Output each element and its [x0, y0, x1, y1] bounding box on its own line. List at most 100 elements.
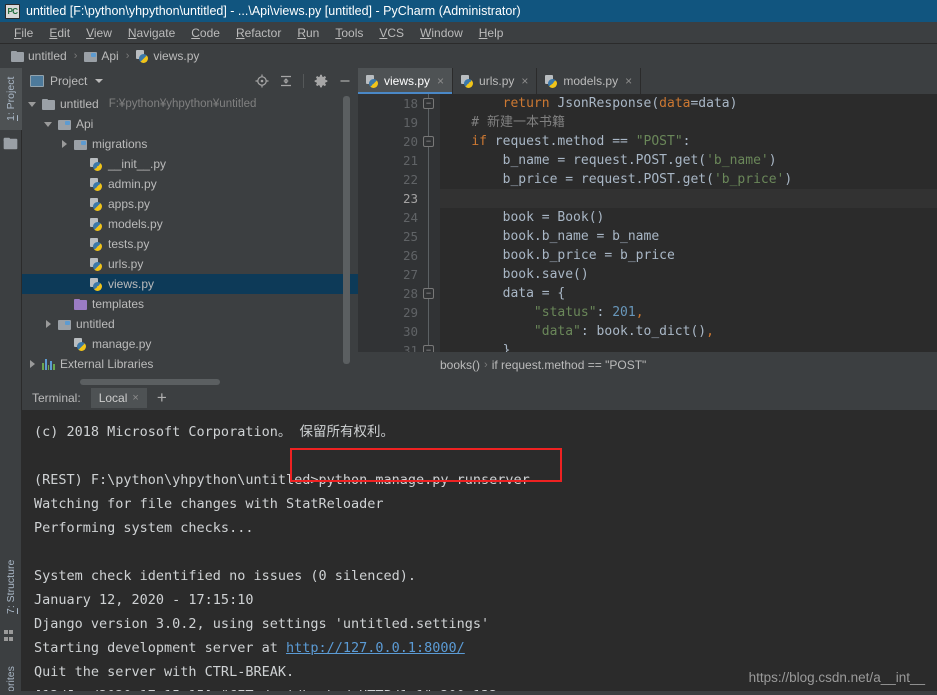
- editor-tab-models-py[interactable]: models.py ×: [537, 68, 642, 94]
- tree-item--init-py[interactable]: __init__.py: [22, 154, 358, 174]
- project-tree-horizontal-scrollbar[interactable]: [22, 378, 358, 386]
- tree-item-untitled[interactable]: untitled F:¥python¥yhpython¥untitled: [22, 94, 358, 114]
- project-tree-vertical-scrollbar[interactable]: [343, 96, 350, 364]
- menu-file[interactable]: File: [6, 24, 41, 42]
- tree-item-external-libraries[interactable]: External Libraries: [22, 354, 358, 374]
- scrollbar-thumb[interactable]: [80, 379, 220, 385]
- close-icon[interactable]: ×: [437, 74, 444, 88]
- code-line[interactable]: if request.method == "POST":: [440, 132, 937, 151]
- code-editor[interactable]: 18 19 20 21 22 23 24 25 26 27 28 29 30 31 − − − − return…: [358, 94, 937, 352]
- python-file-icon: [90, 197, 103, 211]
- tree-item-label: views.py: [108, 277, 155, 291]
- project-panel-title[interactable]: Project: [30, 74, 104, 88]
- editor-tab-views-py[interactable]: views.py ×: [358, 68, 454, 94]
- tree-item-templates[interactable]: templates: [22, 294, 358, 314]
- navbar-crumb-api[interactable]: Api: [81, 48, 121, 64]
- locate-icon[interactable]: [255, 74, 269, 88]
- tree-item-manage-py[interactable]: manage.py: [22, 334, 358, 354]
- editor-tab-label: views.py: [384, 74, 431, 88]
- gear-icon[interactable]: [314, 74, 328, 88]
- code-line[interactable]: }: [440, 341, 937, 352]
- menu-tools[interactable]: Tools: [327, 24, 371, 42]
- tree-item-untitled[interactable]: untitled: [22, 314, 358, 334]
- close-icon[interactable]: ×: [521, 74, 528, 88]
- tree-item-models-py[interactable]: models.py: [22, 214, 358, 234]
- code-line[interactable]: # 新建一本书籍: [440, 113, 937, 132]
- structure-icon: [4, 630, 14, 642]
- terminal-output[interactable]: (c) 2018 Microsoft Corporation。 保留所有权利。 …: [22, 410, 937, 695]
- tree-item-path: F:¥python¥yhpython¥untitled: [108, 98, 257, 110]
- menu-code[interactable]: Code: [183, 24, 228, 42]
- tree-item-migrations[interactable]: migrations: [22, 134, 358, 154]
- chevron-down-icon[interactable]: [44, 120, 53, 129]
- editor-fold-column[interactable]: − − − −: [418, 94, 440, 352]
- module-folder-icon: [58, 319, 71, 330]
- menu-window[interactable]: Window: [412, 24, 471, 42]
- terminal-tab-local[interactable]: Local ×: [90, 388, 147, 408]
- chevron-right-icon[interactable]: [28, 359, 37, 369]
- chevron-right-icon[interactable]: [60, 139, 69, 149]
- tree-item-urls-py[interactable]: urls.py: [22, 254, 358, 274]
- line-number: 30: [402, 324, 418, 339]
- minimize-icon[interactable]: [338, 74, 352, 88]
- sidebar-item-structure[interactable]: 7: Structure: [0, 548, 22, 626]
- tree-item-api[interactable]: Api: [22, 114, 358, 134]
- code-line[interactable]: "status": 201,: [440, 303, 937, 322]
- tree-item-label: models.py: [108, 217, 163, 231]
- tree-item-tests-py[interactable]: tests.py: [22, 234, 358, 254]
- chevron-down-icon[interactable]: [28, 100, 37, 109]
- close-icon[interactable]: ×: [132, 392, 138, 404]
- navbar-crumb-untitled[interactable]: untitled: [8, 48, 70, 64]
- tree-item-label: manage.py: [92, 337, 152, 351]
- code-lines[interactable]: return JsonResponse(data=data) # 新建一本书籍 …: [440, 94, 937, 352]
- code-line[interactable]: book.b_name = b_name: [440, 227, 937, 246]
- code-line[interactable]: data = {: [440, 284, 937, 303]
- close-icon[interactable]: ×: [625, 74, 632, 88]
- terminal-line: System check identified no issues (0 sil…: [34, 568, 417, 584]
- breadcrumb-item-books[interactable]: books(): [440, 358, 480, 372]
- breadcrumb-separator: ›: [484, 359, 488, 371]
- menu-help[interactable]: Help: [471, 24, 512, 42]
- status-bar: [0, 691, 937, 695]
- line-number: 23: [402, 191, 418, 206]
- menu-refactor[interactable]: Refactor: [228, 24, 289, 42]
- menu-view[interactable]: View: [78, 24, 120, 42]
- terminal-line: Django version 3.0.2, using settings 'un…: [34, 616, 490, 632]
- code-line[interactable]: book = Book(): [440, 208, 937, 227]
- code-line[interactable]: b_price = request.POST.get('b_price'): [440, 170, 937, 189]
- code-line[interactable]: [440, 189, 937, 208]
- code-line[interactable]: b_name = request.POST.get('b_name'): [440, 151, 937, 170]
- fold-toggle-icon[interactable]: −: [423, 98, 434, 109]
- fold-toggle-icon[interactable]: −: [423, 288, 434, 299]
- tree-item-apps-py[interactable]: apps.py: [22, 194, 358, 214]
- menu-vcs[interactable]: VCS: [371, 24, 412, 42]
- menu-run[interactable]: Run: [289, 24, 327, 42]
- chevron-right-icon[interactable]: [44, 319, 53, 329]
- terminal-line: Watching for file changes with StatReloa…: [34, 496, 384, 512]
- line-number: 18: [402, 96, 418, 111]
- line-number: 29: [402, 305, 418, 320]
- code-line[interactable]: "data": book.to_dict(),: [440, 322, 937, 341]
- tree-item-admin-py[interactable]: admin.py: [22, 174, 358, 194]
- collapse-all-icon[interactable]: [279, 74, 293, 88]
- code-line[interactable]: book.save(): [440, 265, 937, 284]
- project-tree[interactable]: untitled F:¥python¥yhpython¥untitled Api mi…: [22, 94, 358, 378]
- tree-item-views-py[interactable]: views.py: [22, 274, 358, 294]
- add-terminal-button[interactable]: +: [147, 389, 177, 406]
- editor-tab-urls-py[interactable]: urls.py ×: [453, 68, 538, 94]
- fold-toggle-icon[interactable]: −: [423, 345, 434, 352]
- code-line[interactable]: return JsonResponse(data=data): [440, 94, 937, 113]
- fold-toggle-icon[interactable]: −: [423, 136, 434, 147]
- purple-folder-icon: [74, 298, 87, 310]
- navbar-crumb-views[interactable]: views.py: [133, 48, 202, 64]
- menu-edit[interactable]: Edit: [41, 24, 78, 42]
- sidebar-item-project[interactable]: 1: Project: [0, 68, 22, 130]
- chevron-down-icon[interactable]: [95, 79, 104, 83]
- sidebar-item-favorites[interactable]: 2: Favorites: [0, 653, 22, 695]
- terminal-link[interactable]: http://127.0.0.1:8000/: [286, 640, 465, 656]
- terminal-tab-label: Local: [98, 391, 128, 405]
- python-file-icon: [545, 74, 558, 88]
- code-line[interactable]: book.b_price = b_price: [440, 246, 937, 265]
- breadcrumb-item-if[interactable]: if request.method == "POST": [492, 358, 647, 372]
- menu-navigate[interactable]: Navigate: [120, 24, 183, 42]
